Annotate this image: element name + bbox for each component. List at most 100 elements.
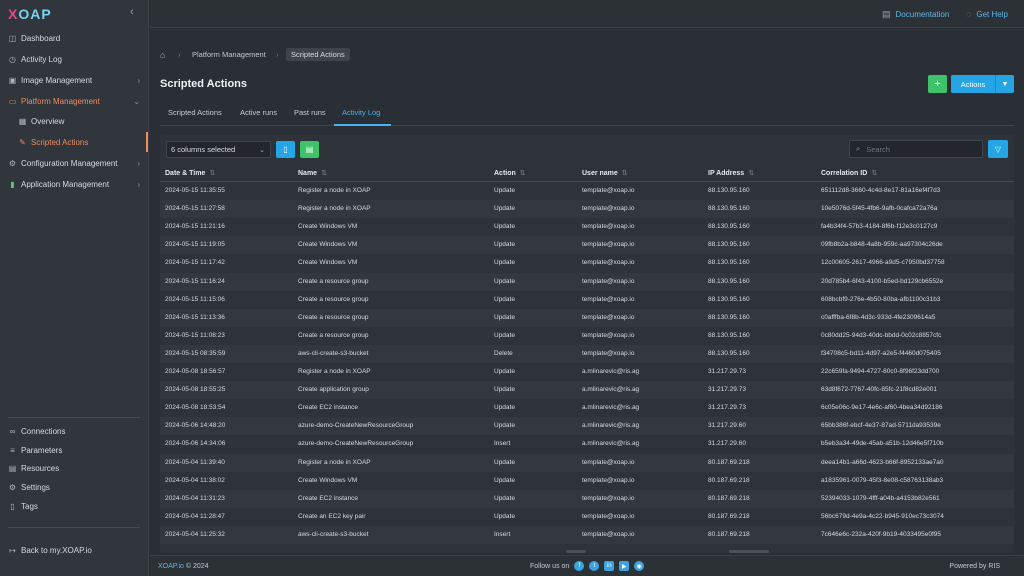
search-input[interactable]: ⌕ Search [849,140,983,158]
linkedin-icon[interactable]: in [604,561,615,571]
home-icon[interactable]: ⌂ [160,47,165,62]
tab-past-runs[interactable]: Past runs [294,108,326,117]
cell-user: a.mlinarevic@ris.ag [582,440,640,448]
breadcrumb-separator: › [276,50,279,59]
sidebar-item-activity-log[interactable]: ◷ Activity Log [0,49,148,69]
sidebar-item-configuration-management[interactable]: ⚙ Configuration Management › [0,153,148,173]
cell-name: Create a resource group [298,277,369,285]
cell-correlation-id: deea14b1-a66d-4623-b66f-8952133ae7a0 [821,458,944,466]
column-header-action[interactable]: Action ⇅ [494,169,526,177]
sidebar-item-parameters[interactable]: ≡ Parameters [0,440,148,460]
cell-user: template@xoap.io [582,187,635,194]
column-header-correlation-id[interactable]: Correlation ID ⇅ [821,169,877,177]
sidebar-item-connections[interactable]: ∞ Connections [0,421,148,441]
facebook-icon[interactable]: f [574,561,585,571]
scrollbar-thumb[interactable] [566,550,586,553]
cell-date: 2024-05-04 11:28:47 [165,512,225,520]
column-header-ip-address[interactable]: IP Address ⇅ [708,169,754,177]
xoap-logo[interactable]: XOAP [8,6,52,22]
table-row[interactable]: 2024-05-04 11:25:32 aws-cli-create-s3-buc… [160,525,1014,544]
table-row[interactable]: 2024-05-08 18:53:54 Create EC2 instance Up… [160,399,1014,417]
sidebar-item-application-management[interactable]: ▮ Application Management › [0,174,148,194]
chevron-down-icon: ⌄ [259,146,265,154]
cell-action: Insert [494,530,511,538]
table-row[interactable]: 2024-05-08 18:55:25 Create application gr… [160,381,1014,400]
table-row[interactable]: 2024-05-15 11:08:23 Create a resource gro… [160,327,1014,345]
cell-user: template@xoap.io [582,494,635,502]
cell-name: Create Windows VM [298,476,358,484]
documentation-link[interactable]: ▤ Documentation [882,9,949,20]
cell-correlation-id: 65bb386f-ebcf-4e37-87ad-5711da93539e [821,422,941,430]
tab-activity-log[interactable]: Activity Log [342,108,380,117]
cell-name: Create a resource group [298,295,369,303]
cell-correlation-id: 0c80dd25-94d3-40dc-bbdd-0c02c8857cfc [821,331,942,339]
table-row[interactable]: 2024-05-15 11:15:06 Create a resource gro… [160,291,1014,309]
topbar: ▤ Documentation ◌ Get Help [150,0,1024,28]
actions-button[interactable]: Actions ▼ [951,75,1014,93]
youtube-icon[interactable]: ▶ [619,561,630,571]
sidebar-item-settings[interactable]: ⚙ Settings [0,477,148,497]
column-header-name[interactable]: Name ⇅ [298,169,327,177]
table-row[interactable]: 2024-05-15 11:19:05 Create Windows VM Upda… [160,236,1014,255]
table-row[interactable]: 2024-05-15 11:13:36 Create a resource gro… [160,308,1014,327]
chevron-down-icon: ⌄ [133,96,140,106]
table-row[interactable]: 2024-05-04 11:31:23 Create EC2 instance Up… [160,489,1014,508]
back-to-my-xoap-link[interactable]: ↦ Back to my.XOAP.io [0,540,148,560]
cell-ip: 80.187.69.218 [708,494,750,502]
export-csv-button[interactable]: ▯ [276,141,295,158]
column-header-user-name[interactable]: User name ⇅ [582,169,628,177]
breadcrumb-platform-management[interactable]: Platform Management [192,47,266,62]
cell-action: Update [494,187,515,194]
sidebar-item-tags[interactable]: ▯ Tags [0,496,148,516]
cell-ip: 31.217.29.73 [708,368,746,375]
sidebar-item-scripted-actions[interactable]: ✎ Scripted Actions [0,132,148,152]
sidebar-item-platform-management[interactable]: ▭ Platform Management ⌄ [0,91,148,111]
get-help-link[interactable]: ◌ Get Help [966,9,1008,19]
collapse-sidebar-icon[interactable]: ‹ [130,6,134,18]
sidebar-item-resources[interactable]: ▤ Resources [0,458,148,478]
filter-button[interactable]: ▽ [988,140,1008,158]
active-tab-indicator [334,124,391,126]
sort-icon[interactable]: ⇅ [321,170,327,177]
column-header-date[interactable]: Date & Time ⇅ [165,169,215,177]
cell-correlation-id: b5eb3a34-49de-45ab-a51b-12d46e5f710b [821,440,944,448]
cell-name: Create an EC2 key pair [298,512,366,520]
cell-correlation-id: 22c659fa-9494-4727-80c0-8f96f23dd700 [821,368,940,375]
sort-icon[interactable]: ⇅ [748,170,754,177]
sort-icon[interactable]: ⇅ [520,170,526,177]
sort-icon[interactable]: ⇅ [871,170,877,177]
table-row[interactable]: 2024-05-04 11:39:40 Register a node in XO… [160,453,1014,472]
sidebar-item-overview[interactable]: ▦ Overview [0,111,148,131]
tab-active-runs[interactable]: Active runs [240,108,277,117]
table-row[interactable]: 2024-05-15 08:35:59 aws-cli-create-s3-buc… [160,344,1014,363]
table-row[interactable]: 2024-05-08 18:56:57 Register a node in XO… [160,363,1014,381]
cell-ip: 31.217.29.60 [708,422,746,430]
table-row[interactable]: 2024-05-04 11:28:47 Create an EC2 key pai… [160,508,1014,526]
table-row[interactable]: 2024-05-15 11:17:42 Create Windows VM Upda… [160,254,1014,272]
github-icon[interactable]: ◉ [634,561,645,571]
export-excel-button[interactable]: ▤ [300,141,319,158]
table-row[interactable]: 2024-05-06 14:48:20 azure-demo-CreateNewR… [160,417,1014,436]
table-row[interactable]: 2024-05-15 11:35:55 Register a node in XO… [160,182,1014,200]
sidebar-item-image-management[interactable]: ▣ Image Management › [0,70,148,90]
scrollbar-thumb[interactable] [729,550,769,553]
table-row[interactable]: 2024-05-15 11:16:24 Create a resource gro… [160,272,1014,291]
chevron-right-icon: › [137,158,140,168]
sort-icon[interactable]: ⇅ [622,170,628,177]
sort-icon[interactable]: ⇅ [209,170,215,177]
twitter-icon[interactable]: t [589,561,600,571]
table-row[interactable]: 2024-05-15 11:27:58 Register a node in XO… [160,200,1014,219]
column-selector[interactable]: 6 columns selected ⌄ [166,141,271,158]
cell-user: template@xoap.io [582,313,635,321]
add-button[interactable]: + [928,75,947,93]
cell-date: 2024-05-04 11:31:23 [165,494,225,502]
chevron-down-icon[interactable]: ▼ [995,75,1014,93]
cell-correlation-id: 20d785b4-6f43-4100-b5ed-bd129cb6552e [821,277,944,285]
tab-scripted-actions[interactable]: Scripted Actions [168,108,222,117]
table-row[interactable]: 2024-05-15 11:21:16 Create Windows VM Upda… [160,218,1014,236]
table-row[interactable]: 2024-05-04 11:38:02 Create Windows VM Upda… [160,472,1014,490]
cell-ip: 88.130.95.160 [708,349,750,357]
sidebar-item-dashboard[interactable]: ◫ Dashboard [0,28,148,48]
table-row[interactable]: 2024-05-06 14:34:06 azure-demo-CreateNewR… [160,435,1014,453]
cell-user: template@xoap.io [582,530,635,538]
